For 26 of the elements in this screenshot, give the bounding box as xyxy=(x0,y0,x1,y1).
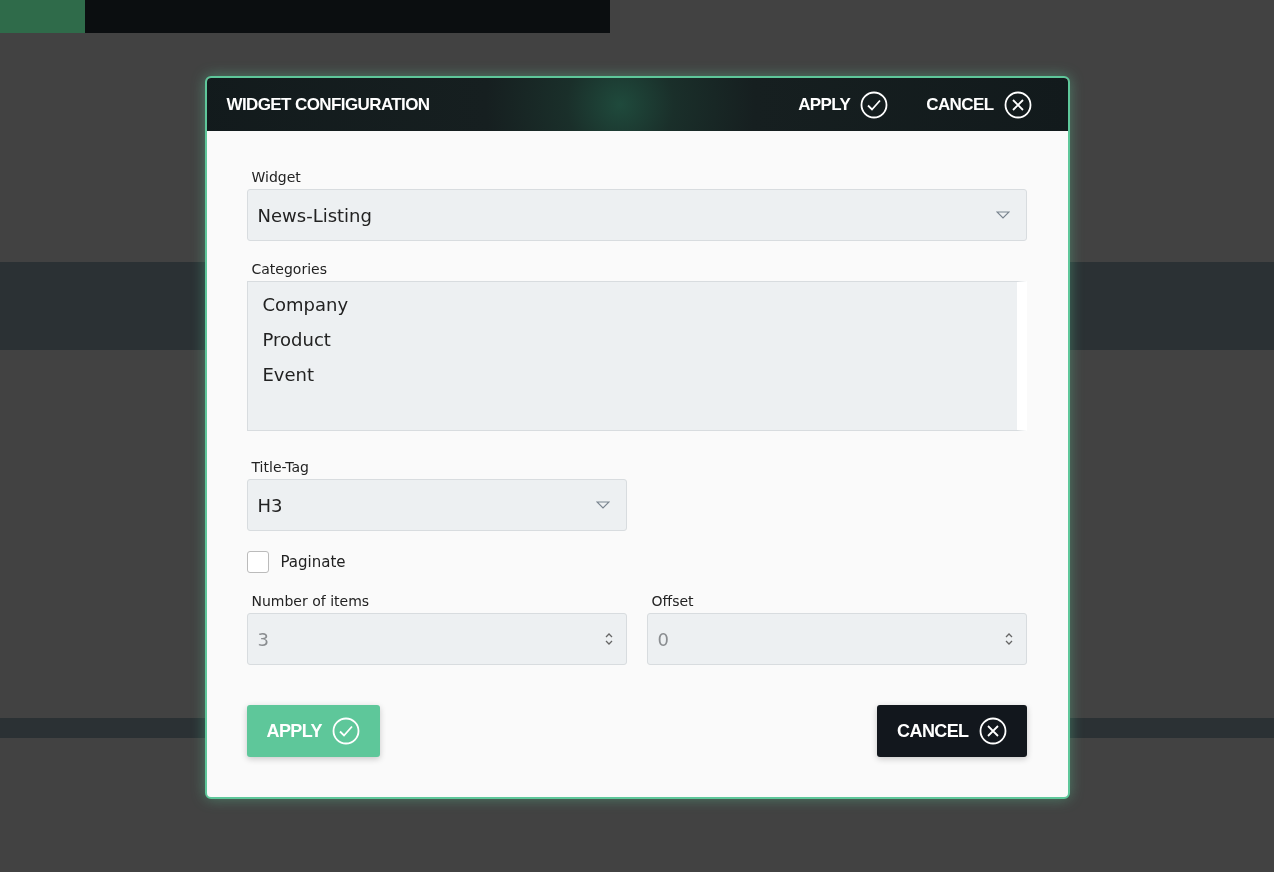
category-option[interactable]: Company xyxy=(262,292,349,317)
dialog-title: WIDGET CONFIGURATION xyxy=(226,94,431,115)
dropdown-caret-icon xyxy=(995,211,1010,219)
field-label: Offset xyxy=(651,593,695,609)
category-option[interactable]: Product xyxy=(262,327,331,352)
spinner-arrows-icon xyxy=(604,632,613,646)
number-input-field[interactable]: 0 xyxy=(646,613,1027,665)
close-circle-icon xyxy=(1003,90,1032,119)
checkbox-label: Paginate xyxy=(280,553,346,571)
field-label: Title-Tag xyxy=(251,459,310,475)
check-circle-icon xyxy=(331,717,360,745)
title-tag-select[interactable]: H3 xyxy=(246,479,627,531)
field-label: Number of items xyxy=(251,593,371,609)
field-label: Widget xyxy=(251,169,302,185)
cancel-button[interactable]: CANCEL xyxy=(877,705,1027,757)
apply-button[interactable]: APPLY xyxy=(784,90,903,119)
paginate-checkbox[interactable] xyxy=(246,551,269,573)
number-input-field[interactable]: 3 xyxy=(246,613,627,665)
field-label: Categories xyxy=(251,261,328,277)
cancel-button[interactable]: CANCEL xyxy=(912,90,1046,119)
category-option[interactable]: Event xyxy=(262,362,315,387)
check-circle-icon xyxy=(860,90,889,119)
spinner-arrows-icon xyxy=(1004,632,1013,646)
close-circle-icon xyxy=(978,717,1007,745)
dropdown-caret-icon xyxy=(595,501,610,509)
widget-select[interactable]: News-Listing xyxy=(246,189,1027,241)
